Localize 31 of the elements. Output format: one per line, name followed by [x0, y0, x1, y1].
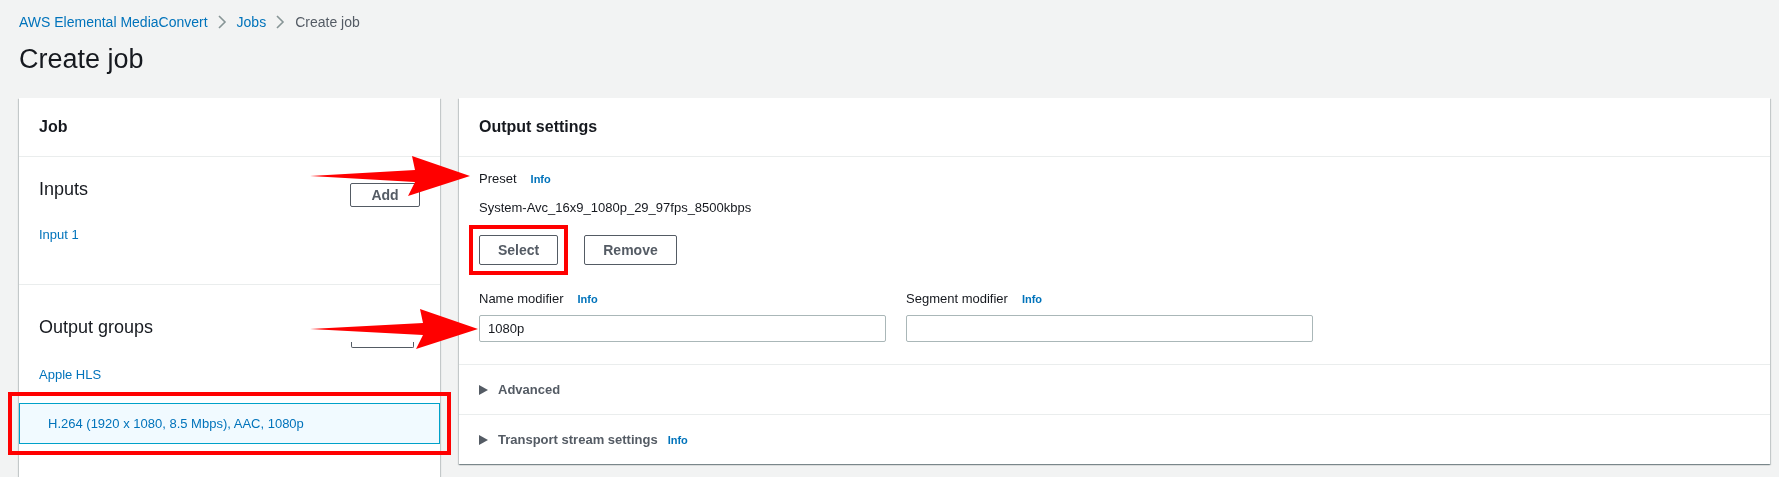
text-field[interactable]: 1080p [479, 315, 886, 342]
job-tree-item[interactable]: Input 1 [19, 223, 440, 250]
job-tree-item[interactable]: H.264 (1920 x 1080, 8.5 Mbps), AAC, 1080p [19, 403, 440, 444]
breadcrumb-link[interactable]: AWS Elemental MediaConvert [19, 14, 208, 30]
field-label: Preset [479, 171, 517, 186]
section-button[interactable] [351, 342, 414, 348]
panel-title: Job [19, 98, 440, 157]
info-link[interactable]: Info [530, 173, 551, 185]
section-title: Inputs [39, 178, 89, 200]
info-link[interactable]: Info [1021, 293, 1043, 305]
info-link[interactable]: Info [667, 433, 688, 446]
expander-label[interactable]: Advanced [498, 382, 561, 397]
job-tree-item[interactable]: Apple HLS [19, 363, 440, 390]
breadcrumb-link[interactable]: Jobs [236, 14, 267, 30]
preset-value: System-Avc_16x9_1080p_29_97fps_8500kbps [479, 200, 753, 215]
chevron-right-icon [276, 15, 286, 29]
breadcrumb-current: Create job [295, 14, 360, 30]
add-button[interactable]: Add [350, 183, 420, 207]
chevron-right-icon [217, 15, 227, 29]
caret-right-icon[interactable] [479, 384, 488, 395]
panel-title: Output settings [459, 98, 1770, 157]
remove-button[interactable]: Remove [584, 235, 677, 265]
field-label: Name modifier [479, 291, 564, 306]
field-label: Segment modifier [906, 291, 1008, 306]
select-button[interactable]: Select [479, 235, 559, 265]
page-title: Create job [18, 43, 145, 76]
section-title: Output groups [39, 316, 154, 338]
text-field[interactable] [906, 315, 1313, 342]
info-link[interactable]: Info [577, 293, 598, 305]
caret-right-icon[interactable] [479, 434, 488, 445]
expander-label[interactable]: Transport stream settings [498, 432, 658, 447]
